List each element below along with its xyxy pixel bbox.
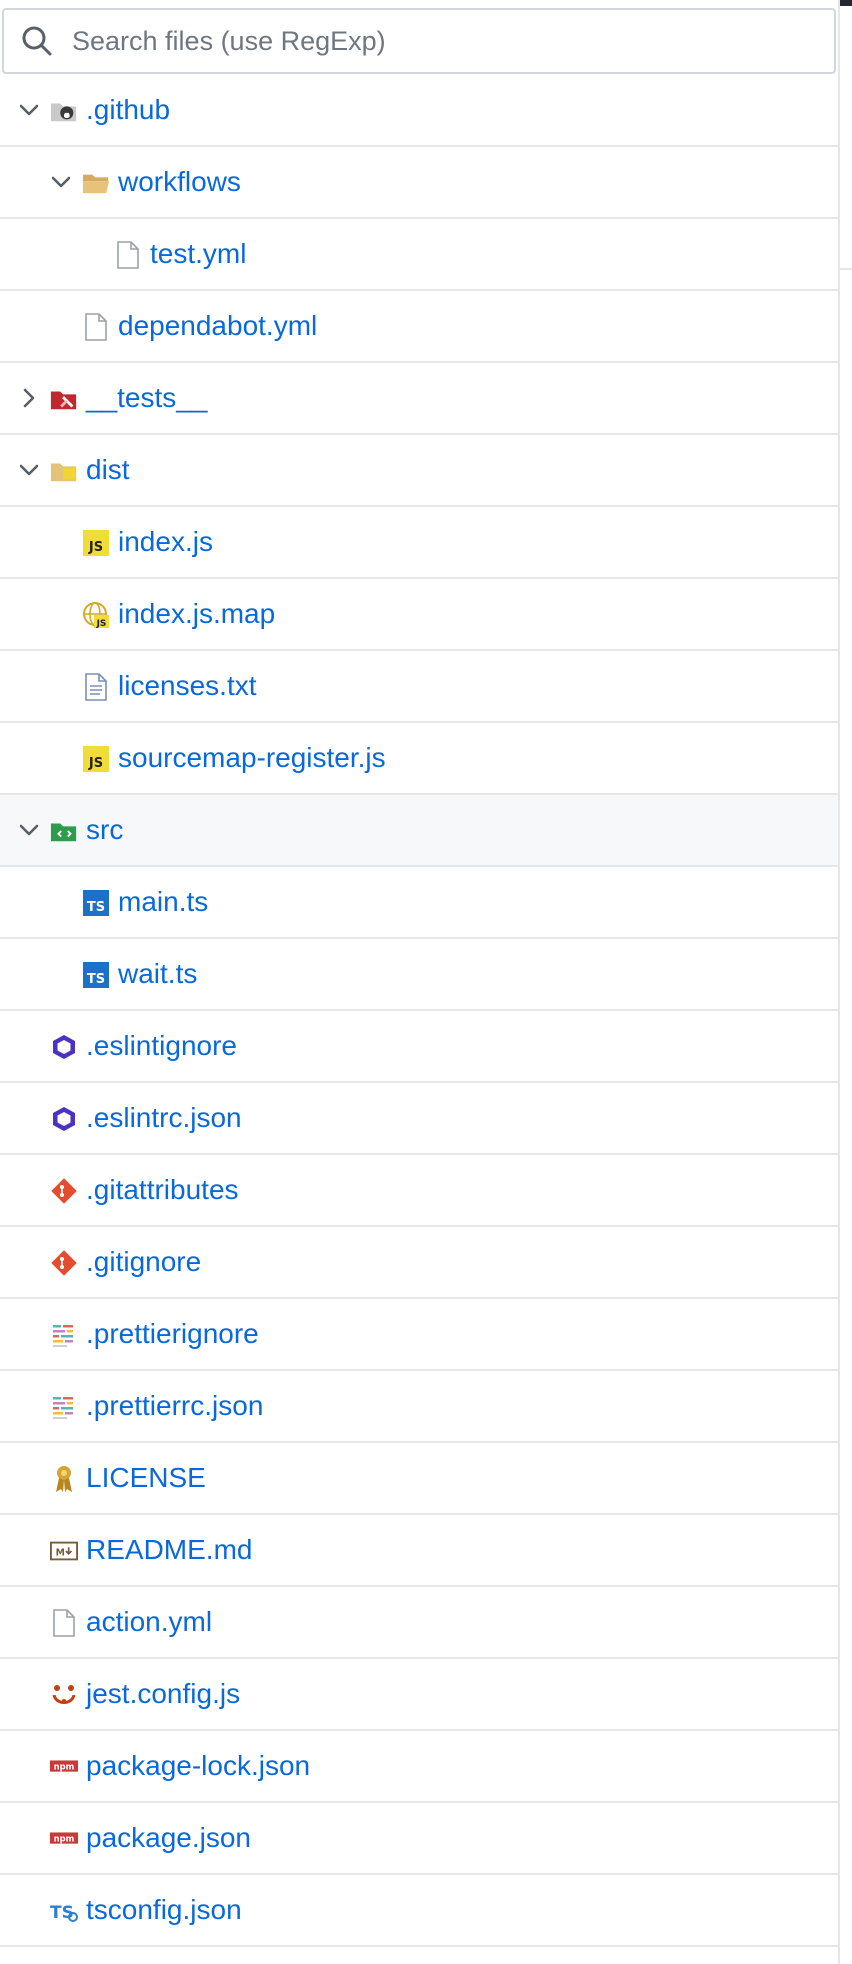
git-icon <box>50 1249 78 1277</box>
panel-edge-tick <box>840 268 852 270</box>
chevron-down-icon[interactable] <box>16 817 42 843</box>
file-icon <box>114 241 142 269</box>
prettier-icon <box>50 1393 78 1421</box>
svg-text:JS: JS <box>88 756 103 771</box>
github-folder-icon <box>50 97 78 125</box>
tree-row[interactable]: npm package-lock.json <box>0 1731 838 1803</box>
file-name-link[interactable]: .github <box>86 92 170 128</box>
tree-row[interactable]: .github <box>0 75 838 147</box>
tree-row[interactable]: .gitattributes <box>0 1155 838 1227</box>
file-name-link[interactable]: dist <box>86 452 130 488</box>
tree-row[interactable]: TS tsconfig.json <box>0 1875 838 1947</box>
panel-right-border <box>838 0 840 1964</box>
file-name-link[interactable]: main.ts <box>118 884 208 920</box>
tsconfig-icon: TS <box>50 1897 78 1925</box>
svg-text:JS: JS <box>96 619 107 629</box>
tree-row[interactable]: M README.md <box>0 1515 838 1587</box>
javascript-map-icon: JS <box>82 601 110 629</box>
folder-open-icon <box>82 169 110 197</box>
markdown-icon: M <box>50 1537 78 1565</box>
src-folder-icon <box>50 817 78 845</box>
file-name-link[interactable]: test.yml <box>150 236 246 272</box>
tree-row[interactable]: JS index.js.map <box>0 579 838 651</box>
chevron-down-icon[interactable] <box>16 97 42 123</box>
eslint-icon <box>50 1105 78 1133</box>
tree-row[interactable]: action.yml <box>0 1587 838 1659</box>
file-name-link[interactable]: __tests__ <box>86 380 207 416</box>
file-name-link[interactable]: workflows <box>118 164 241 200</box>
license-icon <box>50 1465 78 1493</box>
tree-row[interactable]: dependabot.yml <box>0 291 838 363</box>
file-name-link[interactable]: .gitattributes <box>86 1172 239 1208</box>
prettier-icon <box>50 1321 78 1349</box>
dist-folder-icon <box>50 457 78 485</box>
tree-row[interactable]: .prettierignore <box>0 1299 838 1371</box>
tree-row[interactable]: workflows <box>0 147 838 219</box>
tree-row[interactable]: npm package.json <box>0 1803 838 1875</box>
tree-row[interactable]: .gitignore <box>0 1227 838 1299</box>
tree-row[interactable]: .eslintrc.json <box>0 1083 838 1155</box>
text-file-icon <box>82 673 110 701</box>
file-name-link[interactable]: sourcemap-register.js <box>118 740 386 776</box>
chevron-down-icon[interactable] <box>48 169 74 195</box>
typescript-icon: TS <box>82 889 110 917</box>
tree-row[interactable]: licenses.txt <box>0 651 838 723</box>
javascript-icon: JS <box>82 529 110 557</box>
chevron-right-icon[interactable] <box>16 385 42 411</box>
tree-row[interactable]: .eslintignore <box>0 1011 838 1083</box>
svg-text:TS: TS <box>87 972 105 987</box>
svg-text:npm: npm <box>54 1833 75 1843</box>
file-icon <box>50 1609 78 1637</box>
file-name-link[interactable]: .prettierignore <box>86 1316 259 1352</box>
search-box[interactable] <box>2 8 836 74</box>
file-name-link[interactable]: index.js.map <box>118 596 275 632</box>
search-icon <box>20 24 54 58</box>
tree-row[interactable]: TS main.ts <box>0 867 838 939</box>
test-folder-icon <box>50 385 78 413</box>
file-name-link[interactable]: wait.ts <box>118 956 197 992</box>
file-name-link[interactable]: licenses.txt <box>118 668 257 704</box>
npm-icon: npm <box>50 1825 78 1853</box>
tree-row[interactable]: TS wait.ts <box>0 939 838 1011</box>
npm-icon: npm <box>50 1753 78 1781</box>
eslint-icon <box>50 1033 78 1061</box>
tree-row[interactable]: __tests__ <box>0 363 838 435</box>
tree-row[interactable]: LICENSE <box>0 1443 838 1515</box>
file-icon <box>82 313 110 341</box>
file-name-link[interactable]: .prettierrc.json <box>86 1388 263 1424</box>
tree-row[interactable]: JS index.js <box>0 507 838 579</box>
file-tree: .github workflows test.yml dependabot.yml __… <box>0 75 838 1947</box>
tree-row[interactable]: test.yml <box>0 219 838 291</box>
tree-row[interactable]: src <box>0 795 838 867</box>
jest-icon <box>50 1681 78 1709</box>
tree-row[interactable]: jest.config.js <box>0 1659 838 1731</box>
typescript-icon: TS <box>82 961 110 989</box>
tree-row[interactable]: JS sourcemap-register.js <box>0 723 838 795</box>
file-name-link[interactable]: package-lock.json <box>86 1748 310 1784</box>
file-name-link[interactable]: LICENSE <box>86 1460 206 1496</box>
tree-row[interactable]: .prettierrc.json <box>0 1371 838 1443</box>
file-name-link[interactable]: index.js <box>118 524 213 560</box>
file-name-link[interactable]: .gitignore <box>86 1244 201 1280</box>
svg-text:TS: TS <box>87 900 105 915</box>
file-name-link[interactable]: package.json <box>86 1820 251 1856</box>
tree-row[interactable]: dist <box>0 435 838 507</box>
file-name-link[interactable]: dependabot.yml <box>118 308 317 344</box>
chevron-down-icon[interactable] <box>16 457 42 483</box>
svg-text:M: M <box>56 1548 65 1559</box>
search-input[interactable] <box>72 25 834 57</box>
scrollbar-top <box>840 0 852 6</box>
file-name-link[interactable]: README.md <box>86 1532 252 1568</box>
javascript-icon: JS <box>82 745 110 773</box>
svg-text:JS: JS <box>88 540 103 555</box>
file-tree-panel: .github workflows test.yml dependabot.yml __… <box>0 0 838 1964</box>
file-name-link[interactable]: tsconfig.json <box>86 1892 242 1928</box>
file-name-link[interactable]: action.yml <box>86 1604 212 1640</box>
file-name-link[interactable]: src <box>86 812 123 848</box>
file-name-link[interactable]: .eslintrc.json <box>86 1100 242 1136</box>
file-name-link[interactable]: jest.config.js <box>86 1676 240 1712</box>
file-name-link[interactable]: .eslintignore <box>86 1028 237 1064</box>
svg-text:npm: npm <box>54 1761 75 1771</box>
git-icon <box>50 1177 78 1205</box>
